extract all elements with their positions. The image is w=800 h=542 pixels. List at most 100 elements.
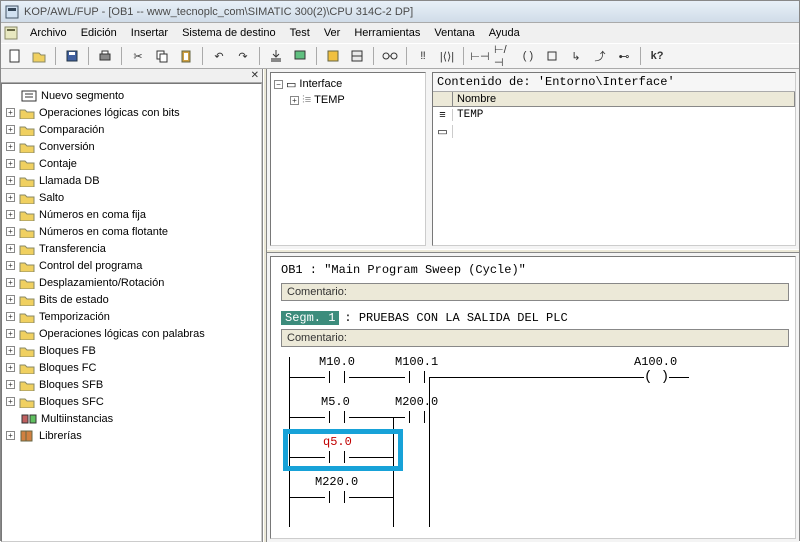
expand-icon[interactable]: +	[6, 125, 15, 134]
menu-ayuda[interactable]: Ayuda	[482, 25, 527, 41]
help-button[interactable]: k?	[646, 46, 668, 66]
tree-item[interactable]: +Temporización	[6, 308, 257, 325]
tree-item[interactable]: Multiinstancias	[6, 410, 257, 427]
contact[interactable]	[325, 449, 349, 465]
interface-label: Interface	[299, 78, 342, 90]
tree-item[interactable]: +Librerías	[6, 427, 257, 444]
undo-button[interactable]: ↶	[208, 46, 230, 66]
download-button[interactable]	[265, 46, 287, 66]
cut-button[interactable]: ✂	[127, 46, 149, 66]
expand-icon[interactable]: +	[6, 397, 15, 406]
redo-button[interactable]: ↷	[232, 46, 254, 66]
contact-no-icon[interactable]: ⊢⊣	[469, 46, 491, 66]
tree-item-label: Desplazamiento/Rotación	[39, 277, 164, 289]
expand-icon[interactable]: +	[6, 363, 15, 372]
menu-ver[interactable]: Ver	[317, 25, 348, 41]
tree-item[interactable]: + Desplazamiento/Rotación	[6, 274, 257, 291]
tree-item[interactable]: +Bits de estado	[6, 291, 257, 308]
contact[interactable]	[325, 409, 349, 425]
tree-item[interactable]: +Bloques SFC	[6, 393, 257, 410]
toolbar-sep	[55, 47, 56, 65]
tree-item[interactable]: +Control del programa	[6, 257, 257, 274]
menu-archivo[interactable]: Archivo	[23, 25, 74, 41]
menu-sistema[interactable]: Sistema de destino	[175, 25, 283, 41]
coil-icon[interactable]: ( )	[517, 46, 539, 66]
segment-comment-box[interactable]: Comentario:	[281, 329, 789, 347]
expand-icon[interactable]: +	[6, 210, 15, 219]
expand-icon[interactable]: +	[6, 244, 15, 253]
expand-icon[interactable]: +	[6, 278, 15, 287]
expand-icon[interactable]: +	[6, 431, 15, 440]
contact[interactable]	[325, 369, 349, 385]
ladder-network[interactable]: M10.0 M100.1 ( ) A100.0 M5.0 M200.0	[289, 357, 789, 527]
menu-insertar[interactable]: Insertar	[124, 25, 175, 41]
not-equal-icon[interactable]: ‼	[412, 46, 434, 66]
collapse-icon[interactable]: −	[274, 80, 283, 89]
tree-item[interactable]: +Operaciones lógicas con palabras	[6, 325, 257, 342]
tree-item[interactable]: +Bloques SFB	[6, 376, 257, 393]
menu-ventana[interactable]: Ventana	[427, 25, 481, 41]
horizontal-splitter[interactable]	[267, 249, 799, 253]
save-button[interactable]	[61, 46, 83, 66]
folder-icon	[19, 276, 35, 290]
tree-item-label: Conversión	[39, 141, 95, 153]
segment-badge[interactable]: Segm. 1	[281, 311, 339, 325]
open-button[interactable]	[28, 46, 50, 66]
expand-icon[interactable]: +	[6, 380, 15, 389]
tree-item[interactable]: +Llamada DB	[6, 172, 257, 189]
interface-tree[interactable]: − ▭ Interface + ⫶≡ TEMP	[270, 72, 426, 246]
expand-icon[interactable]: +	[6, 295, 15, 304]
tree-item[interactable]: +Bloques FB	[6, 342, 257, 359]
expand-icon[interactable]: +	[6, 159, 15, 168]
paste-button[interactable]	[175, 46, 197, 66]
print-button[interactable]	[94, 46, 116, 66]
close-icon[interactable]: ✕	[248, 70, 262, 81]
expand-icon[interactable]: +	[6, 176, 15, 185]
catalog-tree[interactable]: Nuevo segmento+Operaciones lógicas con b…	[1, 83, 262, 542]
tree-item[interactable]: +Bloques FC	[6, 359, 257, 376]
expand-icon[interactable]: +	[6, 312, 15, 321]
branch-open-icon[interactable]: ↳	[565, 46, 587, 66]
expand-icon[interactable]: +	[6, 193, 15, 202]
new-button[interactable]	[4, 46, 26, 66]
tree-item[interactable]: +Salto	[6, 189, 257, 206]
tree-item[interactable]: +Transferencia	[6, 240, 257, 257]
tree-item[interactable]: +Operaciones lógicas con bits	[6, 104, 257, 121]
tree-item[interactable]: +Contaje	[6, 155, 257, 172]
menu-test[interactable]: Test	[283, 25, 317, 41]
menu-herramientas[interactable]: Herramientas	[347, 25, 427, 41]
ladder-editor[interactable]: OB1 : "Main Program Sweep (Cycle)" Comen…	[270, 256, 796, 539]
glasses-icon[interactable]	[379, 46, 401, 66]
interface-icon: ▭	[286, 78, 296, 91]
expand-icon[interactable]: +	[6, 329, 15, 338]
expand-icon[interactable]: +	[290, 96, 299, 105]
tree-item[interactable]: + Conversión	[6, 138, 257, 155]
box-icon[interactable]	[541, 46, 563, 66]
expand-icon[interactable]: +	[6, 346, 15, 355]
contact-nc-icon[interactable]: ⊢/⊣	[493, 46, 515, 66]
contact[interactable]	[405, 369, 429, 385]
tree-item[interactable]: +Números en coma fija	[6, 206, 257, 223]
monitor-button[interactable]	[289, 46, 311, 66]
tree-item[interactable]: +Números en coma flotante	[6, 223, 257, 240]
expand-icon[interactable]: +	[6, 142, 15, 151]
comment-box[interactable]: Comentario:	[281, 283, 789, 301]
expand-icon[interactable]: +	[6, 261, 15, 270]
tree-item[interactable]: Nuevo segmento	[6, 87, 257, 104]
connection-icon[interactable]: ⊷	[613, 46, 635, 66]
copy-button[interactable]	[151, 46, 173, 66]
menu-edicion[interactable]: Edición	[74, 25, 124, 41]
branch-close-icon[interactable]: ⤴	[589, 46, 611, 66]
col-name-header[interactable]: Nombre	[453, 92, 795, 106]
catalog-button[interactable]	[322, 46, 344, 66]
coil[interactable]: ( )	[644, 369, 669, 385]
view2-button[interactable]	[346, 46, 368, 66]
contact[interactable]	[325, 489, 349, 505]
expand-icon[interactable]: +	[6, 108, 15, 117]
tree-item[interactable]: +Comparación	[6, 121, 257, 138]
contact[interactable]	[405, 409, 429, 425]
table-row[interactable]: ▭	[433, 123, 795, 139]
expand-icon[interactable]: +	[6, 227, 15, 236]
table-row[interactable]: ≡ TEMP	[433, 107, 795, 123]
abs-icon[interactable]: |⟨⟩|	[436, 46, 458, 66]
